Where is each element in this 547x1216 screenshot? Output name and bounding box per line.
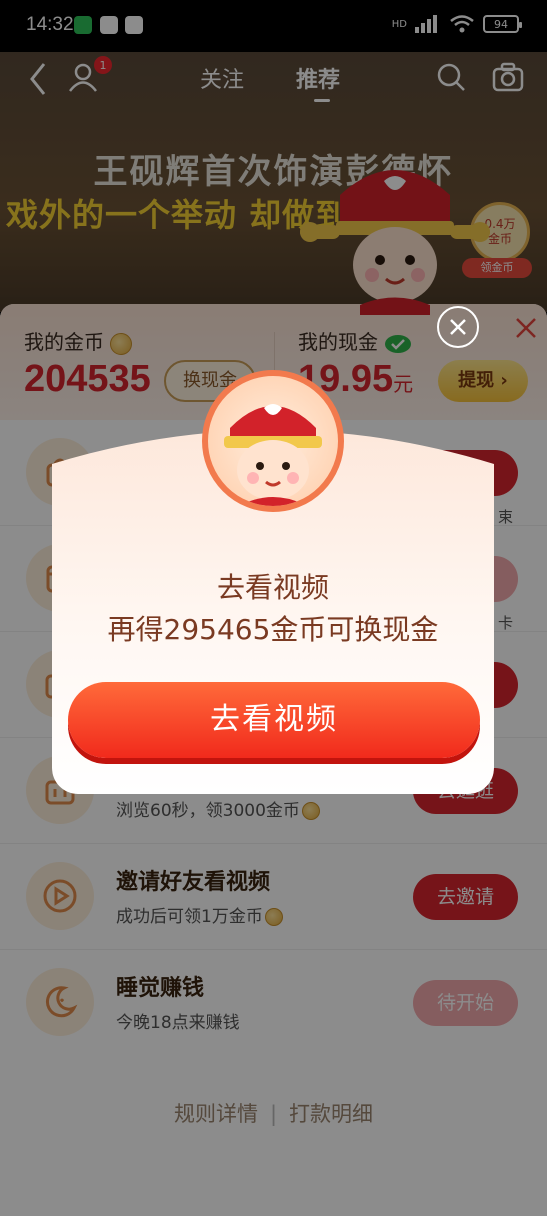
modal-close-button[interactable] (437, 306, 479, 348)
watch-video-button[interactable]: 去看视频 (68, 682, 480, 758)
mascot-illustration (224, 404, 322, 506)
watch-video-modal: 去看视频 再得295465金币可换现金 去看视频 (52, 370, 494, 794)
mascot-avatar (202, 370, 344, 512)
modal-message: 再得295465金币可换现金 (107, 613, 439, 646)
close-icon (450, 319, 466, 335)
modal-title: 去看视频 (216, 571, 329, 604)
